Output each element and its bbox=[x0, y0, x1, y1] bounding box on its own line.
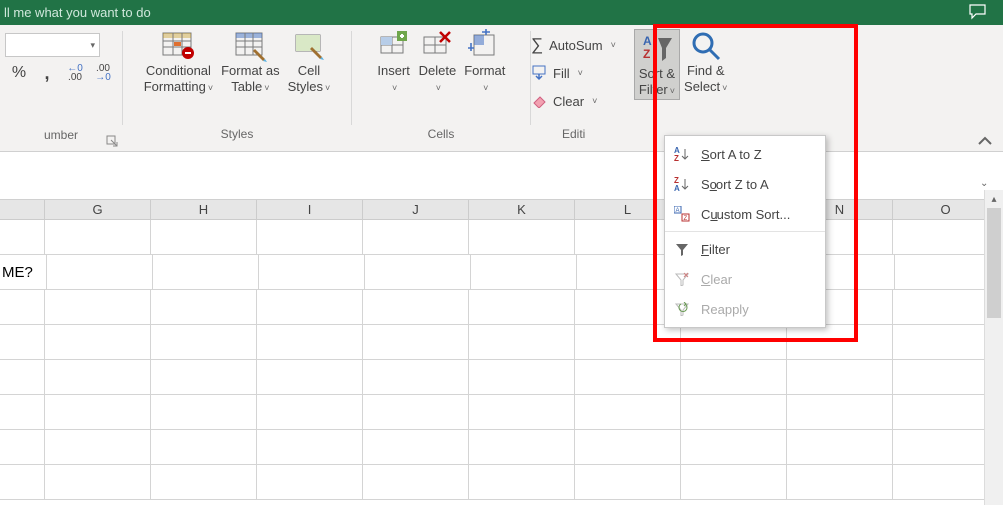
decrease-decimal-button[interactable]: .00→0 bbox=[89, 61, 117, 85]
clear-filter-icon bbox=[673, 272, 691, 286]
worksheet-area: ⌄ G H I J K L N O ME? bbox=[0, 171, 1003, 505]
vertical-scrollbar[interactable]: ▴ bbox=[984, 190, 1003, 505]
group-label-styles: Styles bbox=[123, 125, 351, 151]
percent-style-button[interactable]: % bbox=[5, 61, 33, 85]
sort-filter-icon: A Z bbox=[640, 32, 674, 66]
scrollbar-thumb[interactable] bbox=[987, 208, 1001, 318]
filter-icon bbox=[673, 242, 691, 256]
svg-text:Z: Z bbox=[684, 216, 688, 222]
group-label-number: umber bbox=[0, 126, 122, 151]
comments-icon[interactable] bbox=[969, 4, 987, 20]
comma-style-button[interactable]: , bbox=[33, 61, 61, 85]
menu-filter[interactable]: Filter bbox=[665, 234, 825, 264]
svg-text:Z: Z bbox=[674, 154, 679, 162]
group-styles: ConditionalFormatting˅ Format asTable˅ C… bbox=[123, 25, 351, 151]
svg-text:A: A bbox=[643, 34, 652, 48]
fill-button[interactable]: Fill˅ bbox=[531, 59, 616, 87]
autosum-button[interactable]: ∑ AutoSum˅ bbox=[531, 31, 616, 59]
formula-bar-area: ⌄ bbox=[0, 171, 1003, 200]
column-headers: G H I J K L N O bbox=[0, 200, 1003, 220]
ribbon: ▾ % , ←0.00 .00→0 umber bbox=[0, 25, 1003, 152]
chevron-down-icon: ▾ bbox=[90, 40, 95, 51]
format-cells-icon bbox=[468, 29, 502, 63]
column-header[interactable]: K bbox=[469, 200, 575, 220]
delete-cells-icon bbox=[420, 29, 454, 63]
insert-cells-icon bbox=[377, 29, 411, 63]
column-header[interactable]: J bbox=[363, 200, 469, 220]
column-header[interactable]: G bbox=[45, 200, 151, 220]
title-bar: ll me what you want to do bbox=[0, 0, 1003, 25]
sort-filter-menu: AZ Sort A to Z ZA Soort Z to A AZ Cuusto… bbox=[664, 135, 826, 328]
fill-down-icon bbox=[531, 65, 547, 81]
expand-formula-bar-icon[interactable]: ⌄ bbox=[980, 178, 990, 189]
menu-reapply-filter: Reapply bbox=[665, 294, 825, 324]
menu-clear-filter: Clear bbox=[665, 264, 825, 294]
menu-sort-a-to-z[interactable]: AZ Sort A to Z bbox=[665, 139, 825, 169]
collapse-ribbon-icon[interactable] bbox=[977, 135, 993, 147]
conditional-formatting-button[interactable]: ConditionalFormatting˅ bbox=[140, 29, 217, 96]
increase-decimal-button[interactable]: ←0.00 bbox=[61, 61, 89, 85]
find-select-button[interactable]: Find &Select˅ bbox=[680, 29, 731, 96]
menu-separator bbox=[665, 231, 825, 232]
cell-styles-icon bbox=[292, 29, 326, 63]
dialog-launcher-icon[interactable] bbox=[106, 135, 119, 148]
cell-styles-button[interactable]: CellStyles˅ bbox=[284, 29, 335, 96]
custom-sort-icon: AZ bbox=[673, 206, 691, 222]
group-number: ▾ % , ←0.00 .00→0 umber bbox=[0, 25, 122, 151]
menu-custom-sort[interactable]: AZ Cuustom Sort... bbox=[665, 199, 825, 229]
sigma-icon: ∑ bbox=[531, 35, 543, 55]
insert-cells-button[interactable]: Insert˅ bbox=[373, 29, 415, 96]
scroll-up-icon[interactable]: ▴ bbox=[985, 190, 1003, 208]
clear-button[interactable]: Clear˅ bbox=[531, 87, 616, 115]
cells-grid[interactable]: ME? bbox=[0, 220, 1003, 500]
column-header[interactable]: H bbox=[151, 200, 257, 220]
cell-text[interactable]: ME? bbox=[0, 255, 47, 290]
magnifier-icon bbox=[689, 29, 723, 63]
tell-me-search[interactable]: ll me what you want to do bbox=[4, 5, 151, 20]
reapply-filter-icon bbox=[673, 302, 691, 316]
format-cells-button[interactable]: Format˅ bbox=[460, 29, 509, 96]
svg-text:A: A bbox=[676, 208, 680, 214]
sort-ascending-icon: AZ bbox=[673, 146, 691, 162]
conditional-formatting-icon bbox=[161, 29, 195, 63]
sort-descending-icon: ZA bbox=[673, 176, 691, 192]
group-editing: ∑ AutoSum˅ Fill˅ Clear˅ bbox=[531, 25, 1003, 151]
sort-filter-button[interactable]: A Z Sort &Filter˅ bbox=[634, 29, 680, 100]
column-header[interactable] bbox=[0, 200, 45, 220]
svg-text:A: A bbox=[674, 184, 680, 192]
format-as-table-button[interactable]: Format asTable˅ bbox=[217, 29, 284, 96]
delete-cells-button[interactable]: Delete˅ bbox=[415, 29, 461, 96]
menu-sort-z-to-a[interactable]: ZA Soort Z to A bbox=[665, 169, 825, 199]
eraser-icon bbox=[531, 94, 547, 108]
svg-text:Z: Z bbox=[643, 47, 650, 61]
column-header[interactable]: I bbox=[257, 200, 363, 220]
format-as-table-icon bbox=[233, 29, 267, 63]
number-format-combo[interactable]: ▾ bbox=[5, 33, 100, 57]
